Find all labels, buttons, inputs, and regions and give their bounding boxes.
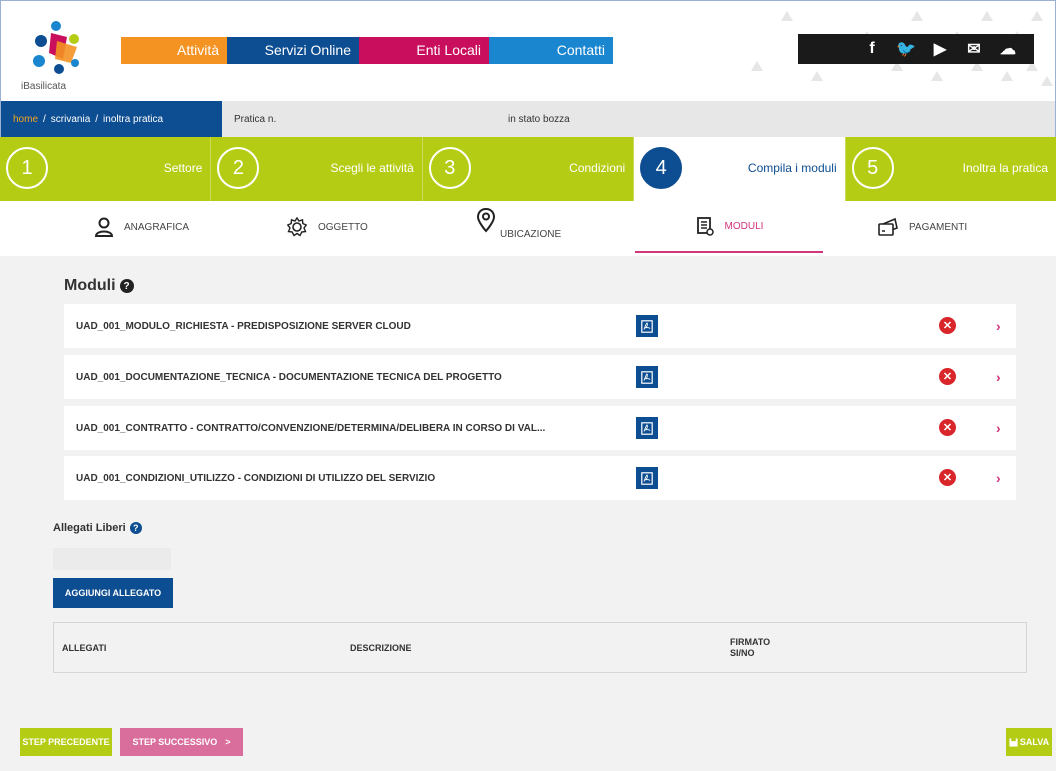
tab-anagrafica[interactable]: ANAGRAFICA bbox=[94, 201, 189, 253]
location-pin-icon bbox=[476, 207, 496, 233]
error-status-icon: ✕ bbox=[939, 368, 956, 385]
upload-field[interactable] bbox=[53, 548, 171, 570]
pratica-status: in stato bozza bbox=[508, 114, 570, 125]
step-number: 5 bbox=[851, 147, 894, 189]
error-status-icon: ✕ bbox=[939, 419, 956, 436]
tab-label: UBICAZIONE bbox=[500, 229, 562, 240]
pdf-download-button[interactable] bbox=[636, 366, 658, 388]
step-number: 2 bbox=[217, 147, 260, 189]
tab-label: MODULI bbox=[724, 220, 764, 232]
add-attachment-button[interactable]: AGGIUNGI ALLEGATO bbox=[53, 578, 173, 608]
module-row[interactable]: UAD_001_DOCUMENTAZIONE_TECNICA - DOCUMEN… bbox=[64, 355, 1016, 399]
nav-item-attivita[interactable]: Attività bbox=[121, 37, 227, 64]
wizard-steps: 1 Settore 2 Scegli le attività 3 Condizioni 4 C… bbox=[0, 137, 1056, 201]
step-label: Inoltra la pratica bbox=[962, 161, 1049, 175]
document-icon bbox=[696, 217, 714, 236]
step-previous-button[interactable]: STEP PRECEDENTE bbox=[20, 728, 112, 756]
module-name: UAD_001_CONDIZIONI_UTILIZZO - CONDIZIONI… bbox=[76, 472, 436, 484]
step-next-button[interactable]: STEP SUCCESSIVO > bbox=[120, 728, 243, 756]
allegati-title: Allegati Liberi ? bbox=[53, 522, 142, 534]
module-name: UAD_001_CONTRATTO - CONTRATTO/CONVENZION… bbox=[76, 422, 546, 434]
tab-oggetto[interactable]: OGGETTO bbox=[286, 201, 368, 253]
mail-icon[interactable]: ✉ bbox=[964, 39, 984, 59]
main-nav: Attività Servizi Online Enti Locali Contatt… bbox=[121, 37, 613, 64]
chevron-right-icon[interactable]: › bbox=[996, 369, 1001, 385]
step-label: Compila i moduli bbox=[747, 161, 837, 175]
site-header: iBasilicata Attività Servizi Online Enti L… bbox=[0, 0, 1056, 101]
pdf-icon bbox=[641, 471, 653, 485]
tab-ubicazione[interactable]: UBICAZIONE bbox=[476, 201, 561, 253]
tab-pagamenti[interactable]: PAGAMENTI bbox=[877, 201, 967, 253]
header-firmato: FIRMATO bbox=[730, 637, 771, 647]
gear-icon bbox=[286, 216, 308, 237]
user-icon bbox=[94, 217, 114, 237]
moduli-title-text: Moduli bbox=[64, 277, 116, 294]
tab-label: ANAGRAFICA bbox=[124, 221, 190, 233]
module-name: UAD_001_MODULO_RICHIESTA - PREDISPOSIZIO… bbox=[76, 320, 411, 332]
pdf-download-button[interactable] bbox=[636, 315, 658, 337]
help-icon[interactable]: ? bbox=[129, 522, 142, 534]
error-status-icon: ✕ bbox=[939, 469, 956, 486]
tab-label: PAGAMENTI bbox=[909, 221, 968, 233]
pdf-icon bbox=[641, 421, 653, 435]
facebook-icon[interactable]: f bbox=[862, 40, 882, 58]
header-allegati: ALLEGATI bbox=[62, 643, 107, 653]
arrow-right-icon: > bbox=[225, 737, 231, 747]
module-row[interactable]: UAD_001_MODULO_RICHIESTA - PREDISPOSIZIO… bbox=[64, 304, 1016, 348]
wizard-step-1[interactable]: 1 Settore bbox=[0, 137, 212, 201]
module-row[interactable]: UAD_001_CONTRATTO - CONTRATTO/CONVENZION… bbox=[64, 406, 1016, 450]
tab-moduli[interactable]: MODULI bbox=[635, 201, 823, 253]
twitter-icon[interactable]: 🐦 bbox=[896, 39, 916, 59]
header-sino: SI/NO bbox=[730, 648, 755, 658]
allegati-title-text: Allegati Liberi bbox=[53, 522, 126, 534]
step-number: 4 bbox=[640, 147, 683, 189]
logo-text: iBasilicata bbox=[21, 81, 67, 92]
module-name: UAD_001_DOCUMENTAZIONE_TECNICA - DOCUMEN… bbox=[76, 371, 502, 383]
tab-label: OGGETTO bbox=[318, 221, 368, 233]
breadcrumb: home / scrivania / inoltra pratica bbox=[1, 101, 222, 137]
pdf-download-button[interactable] bbox=[636, 467, 658, 489]
step-label: Settore bbox=[163, 161, 203, 175]
step-label: Scegli le attività bbox=[330, 161, 414, 175]
floppy-icon bbox=[1009, 737, 1018, 747]
nav-item-servizi-online[interactable]: Servizi Online bbox=[227, 37, 359, 64]
breadcrumb-separator: / bbox=[95, 113, 99, 125]
breadcrumb-scrivania[interactable]: scrivania bbox=[51, 114, 90, 125]
pdf-download-button[interactable] bbox=[636, 417, 658, 439]
header-descrizione: DESCRIZIONE bbox=[350, 643, 412, 653]
wizard-step-3[interactable]: 3 Condizioni bbox=[423, 137, 635, 201]
module-row[interactable]: UAD_001_CONDIZIONI_UTILIZZO - CONDIZIONI… bbox=[64, 456, 1016, 500]
step-next-label: STEP SUCCESSIVO bbox=[132, 737, 218, 747]
breadcrumb-home[interactable]: home bbox=[13, 114, 38, 125]
step-number: 3 bbox=[428, 147, 471, 189]
cloud-icon[interactable]: ☁ bbox=[998, 39, 1018, 59]
pratica-label: Pratica n. bbox=[234, 114, 277, 125]
step-number: 1 bbox=[6, 147, 48, 189]
breadcrumb-current: inoltra pratica bbox=[103, 113, 164, 125]
breadcrumb-separator: / bbox=[43, 113, 46, 125]
step-label: Condizioni bbox=[569, 161, 626, 175]
error-status-icon: ✕ bbox=[939, 317, 956, 334]
pdf-icon bbox=[641, 319, 653, 333]
section-tabs: ANAGRAFICA OGGETTO UBICAZIONE MODULI PAG… bbox=[0, 201, 1056, 256]
wizard-step-2[interactable]: 2 Scegli le attività bbox=[211, 137, 423, 201]
payment-card-icon bbox=[878, 217, 898, 236]
nav-item-contatti[interactable]: Contatti bbox=[489, 37, 613, 64]
nav-item-enti-locali[interactable]: Enti Locali bbox=[359, 37, 489, 64]
ibasilicata-logo[interactable] bbox=[29, 19, 85, 79]
wizard-step-4[interactable]: 4 Compila i moduli bbox=[634, 137, 846, 201]
chevron-right-icon[interactable]: › bbox=[996, 420, 1001, 436]
wizard-step-5[interactable]: 5 Inoltra la pratica bbox=[846, 137, 1056, 201]
chevron-right-icon[interactable]: › bbox=[996, 318, 1001, 334]
pdf-icon bbox=[641, 370, 653, 384]
help-icon[interactable]: ? bbox=[119, 279, 134, 293]
chevron-right-icon[interactable]: › bbox=[996, 470, 1001, 486]
save-button[interactable]: SALVA bbox=[1006, 728, 1052, 756]
breadcrumb-bar: home / scrivania / inoltra pratica Prati… bbox=[0, 101, 1056, 137]
social-bar: f 🐦 ▶ ✉ ☁ bbox=[798, 34, 1034, 64]
save-label: SALVA bbox=[1019, 737, 1050, 747]
youtube-icon[interactable]: ▶ bbox=[930, 39, 950, 59]
moduli-title: Moduli ? bbox=[64, 277, 134, 295]
attachments-table: ALLEGATI DESCRIZIONE FIRMATO SI/NO bbox=[53, 622, 1027, 673]
